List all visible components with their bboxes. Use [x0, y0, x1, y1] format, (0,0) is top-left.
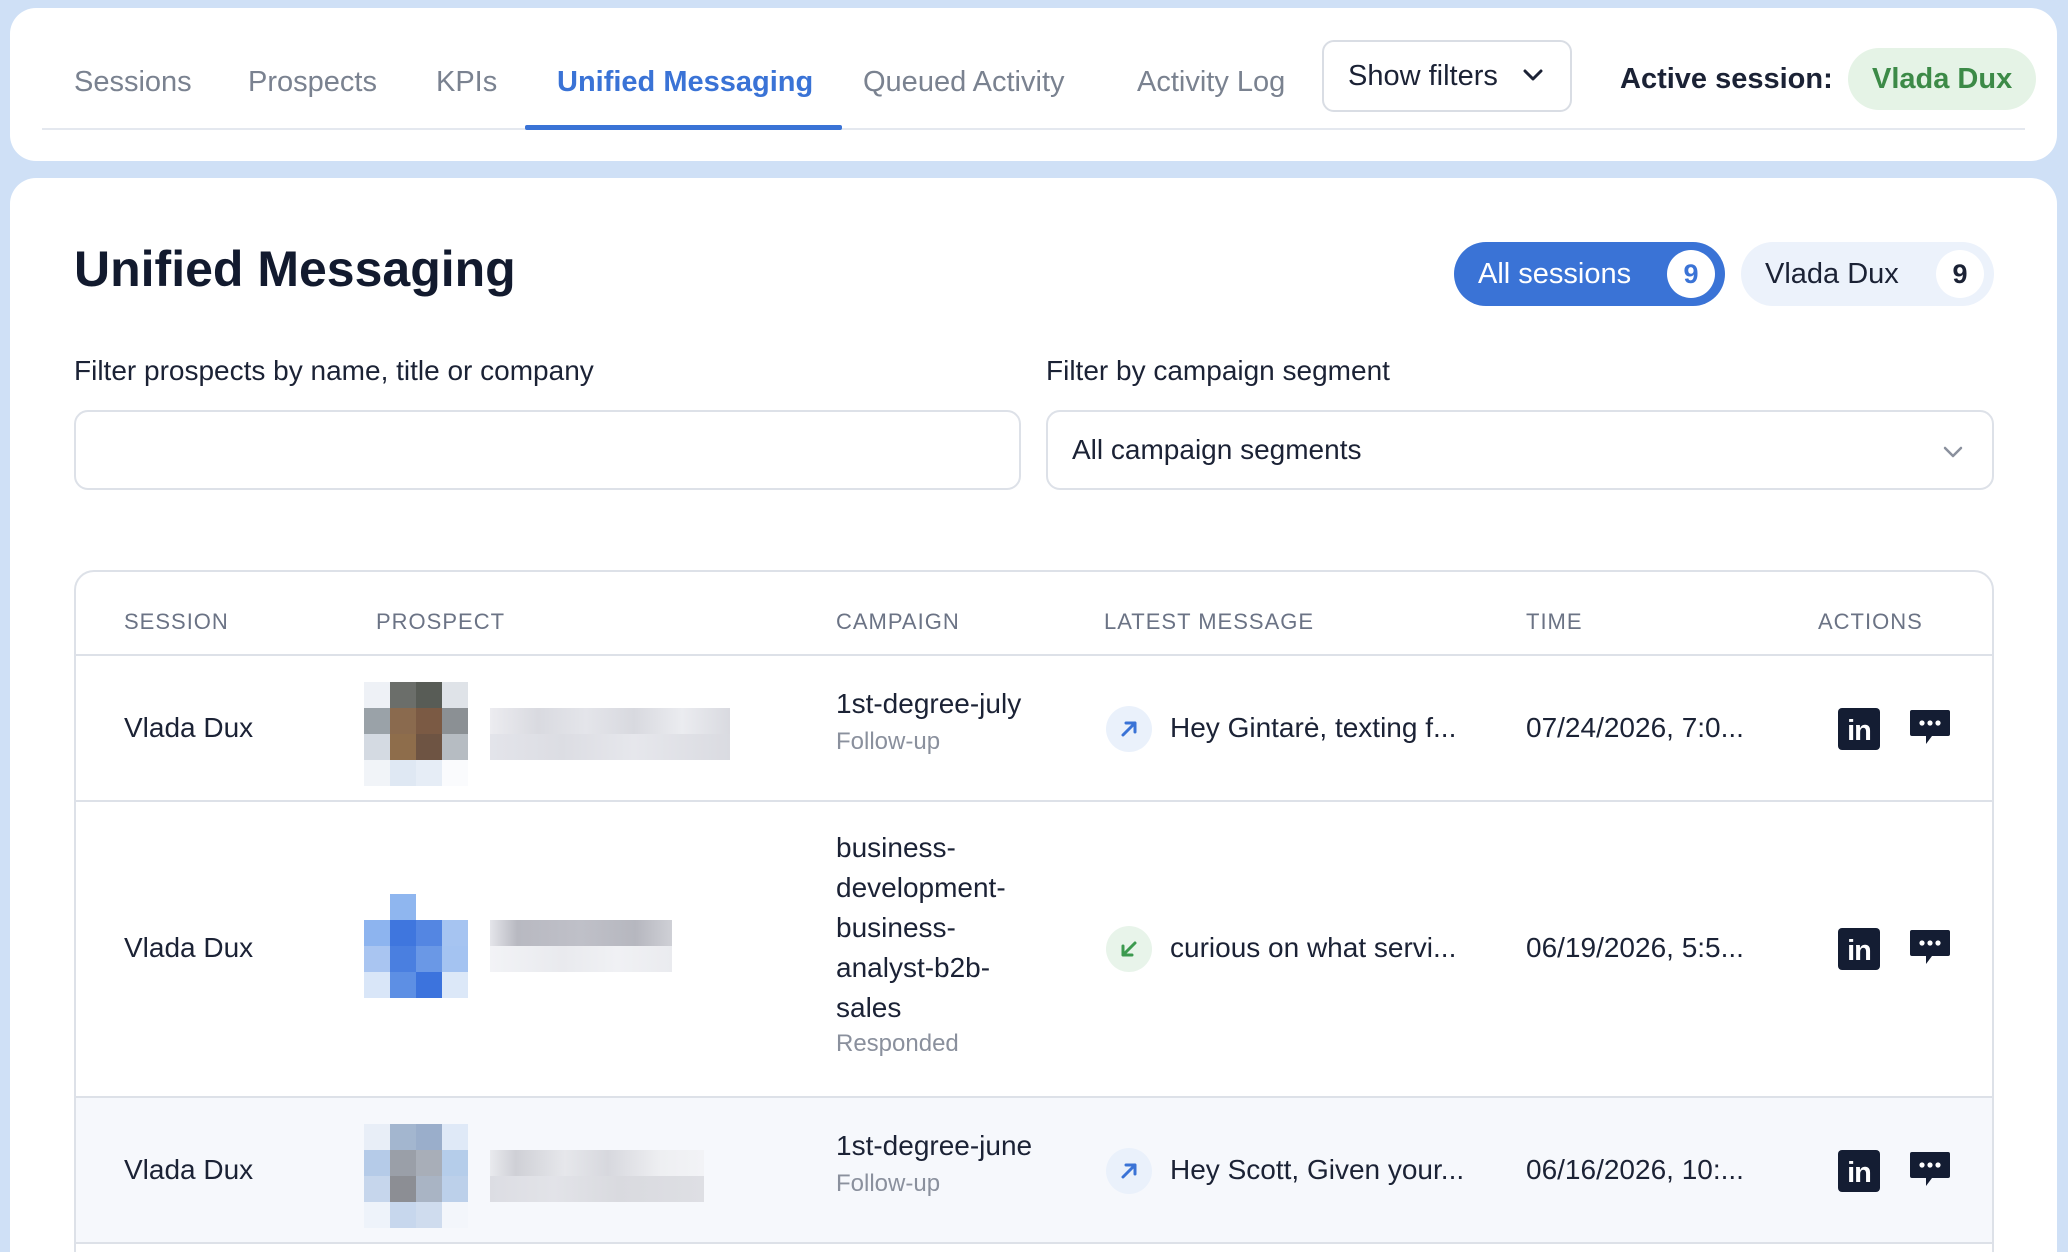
column-header-time: TIME: [1526, 609, 1583, 634]
tab-sessions[interactable]: Sessions: [74, 66, 192, 99]
campaign-name: 1st-degree-july: [836, 688, 1022, 719]
table-row[interactable]: Vlada Dux 1st-degree-june Follow-up Hey …: [76, 1098, 1992, 1244]
chat-icon[interactable]: [1908, 1150, 1952, 1190]
table-row[interactable]: Vlada Dux 1st-degree-july Follow-up Hey …: [76, 656, 1992, 802]
avatar: [364, 894, 468, 998]
column-header-actions: ACTIONS: [1818, 609, 1923, 634]
campaign-status: Follow-up: [836, 728, 941, 755]
column-header-latest-message: LATEST MESSAGE: [1104, 609, 1315, 634]
linkedin-icon[interactable]: in: [1838, 1150, 1880, 1192]
latest-message-text[interactable]: Hey Gintarė, texting f...: [1170, 712, 1456, 744]
latest-message-text[interactable]: Hey Scott, Given your...: [1170, 1154, 1464, 1186]
tab-kpis[interactable]: KPIs: [436, 66, 497, 99]
tab-divider: [42, 128, 2025, 130]
main-panel: Unified Messaging All sessions 9 Vlada D…: [10, 178, 2057, 1252]
campaign-name-line: analyst-b2b-: [836, 952, 991, 983]
campaign-segment-select[interactable]: All campaign segments: [1046, 410, 1994, 490]
message-time: 06/16/2026, 10:...: [1526, 1154, 1744, 1185]
campaign-name-line: sales: [836, 992, 902, 1023]
pill-label: All sessions: [1478, 257, 1632, 290]
prospect-search-input[interactable]: [74, 410, 1021, 490]
session-pill-vlada-dux[interactable]: Vlada Dux 9: [1741, 242, 1994, 306]
count-badge: 9: [1936, 250, 1984, 298]
all-sessions-pill[interactable]: All sessions 9: [1454, 242, 1725, 306]
count-badge: 9: [1667, 250, 1715, 298]
outgoing-arrow-icon: [1106, 706, 1152, 752]
incoming-arrow-icon: [1106, 926, 1152, 972]
segment-filter-label: Filter by campaign segment: [1046, 355, 1390, 386]
linkedin-icon[interactable]: in: [1838, 708, 1880, 750]
chat-icon[interactable]: [1908, 708, 1952, 748]
campaign-name-line: development-: [836, 872, 1006, 903]
campaign-status: Follow-up: [836, 1170, 941, 1197]
campaign-name-line: business-: [836, 912, 956, 943]
table-row[interactable]: Vlada Dux business- development- busines…: [76, 802, 1992, 1098]
chevron-down-icon: [1523, 69, 1543, 81]
row-divider: [76, 1242, 1992, 1244]
page-title: Unified Messaging: [74, 241, 516, 297]
session-cell: Vlada Dux: [124, 712, 254, 743]
latest-message-text[interactable]: curious on what servi...: [1170, 932, 1456, 964]
tab-unified-messaging[interactable]: Unified Messaging: [557, 66, 813, 99]
column-header-campaign: CAMPAIGN: [836, 609, 960, 634]
prospect-filter-label: Filter prospects by name, title or compa…: [74, 355, 594, 386]
active-session-label: Active session:: [1620, 63, 1833, 95]
outgoing-arrow-icon: [1106, 1148, 1152, 1194]
active-session-badge: Vlada Dux: [1848, 48, 2037, 110]
session-cell: Vlada Dux: [124, 1154, 254, 1185]
chat-icon[interactable]: [1908, 928, 1952, 968]
pill-label: Vlada Dux: [1765, 257, 1899, 290]
tab-queued-activity[interactable]: Queued Activity: [863, 66, 1065, 99]
tab-prospects[interactable]: Prospects: [248, 66, 377, 99]
message-time: 06/19/2026, 5:5...: [1526, 932, 1744, 963]
campaign-name-line: business-: [836, 832, 956, 863]
active-tab-indicator: [525, 125, 842, 130]
avatar: [364, 1124, 468, 1228]
campaign-name: 1st-degree-june: [836, 1130, 1033, 1161]
show-filters-label: Show filters: [1348, 59, 1498, 92]
avatar: [364, 682, 468, 786]
show-filters-button[interactable]: Show filters: [1322, 40, 1572, 112]
column-header-session: SESSION: [124, 609, 229, 634]
linkedin-icon[interactable]: in: [1838, 928, 1880, 970]
top-navigation: Sessions Prospects KPIs Unified Messagin…: [10, 8, 2057, 161]
tab-activity-log[interactable]: Activity Log: [1137, 66, 1285, 99]
column-header-prospect: PROSPECT: [376, 609, 506, 634]
session-cell: Vlada Dux: [124, 932, 254, 963]
segment-select-value: All campaign segments: [1072, 434, 1362, 465]
messages-table: SESSION PROSPECT CAMPAIGN LATEST MESSAGE…: [74, 570, 1994, 1252]
chevron-down-icon: [1943, 446, 1963, 458]
message-time: 07/24/2026, 7:0...: [1526, 712, 1744, 743]
campaign-status: Responded: [836, 1030, 959, 1057]
